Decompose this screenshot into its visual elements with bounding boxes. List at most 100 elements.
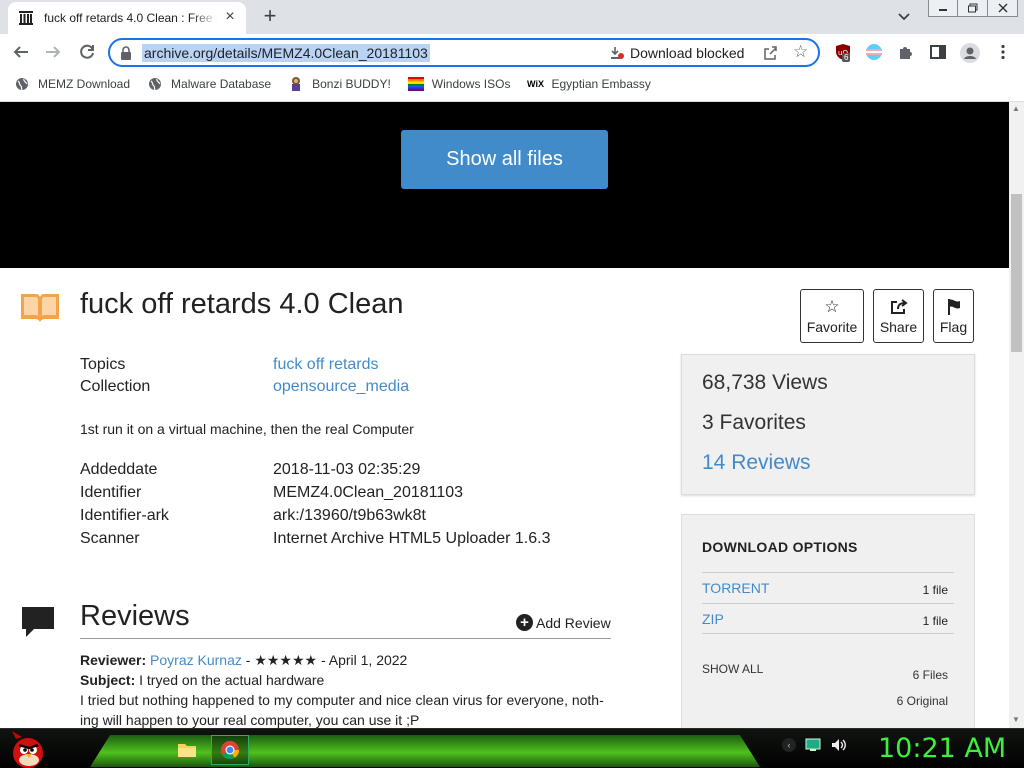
star-icon: ☆ <box>824 297 840 316</box>
metadata-value: 2018-11-03 02:35:29 <box>273 461 421 478</box>
network-icon[interactable] <box>804 737 822 753</box>
metadata-label: Identifier-ark <box>80 507 169 524</box>
download-file-count: 1 file <box>922 583 948 597</box>
share-button[interactable]: Share <box>873 289 924 343</box>
close-tab-icon[interactable]: × <box>222 9 238 26</box>
new-tab-button[interactable]: + <box>258 5 282 28</box>
bookmark-memz-download[interactable]: MEMZ Download <box>14 76 130 92</box>
reload-button[interactable] <box>75 40 99 64</box>
bookmark-label: MEMZ Download <box>38 77 131 91</box>
internet-archive-icon <box>19 11 33 25</box>
flag-button[interactable]: Flag <box>933 289 974 343</box>
back-button[interactable] <box>9 40 33 64</box>
reviews-divider <box>80 638 611 639</box>
show-all-link[interactable]: SHOW ALL <box>702 662 763 676</box>
review-header: Reviewer: Poyraz Kurnaz - ★★★★★ - April … <box>80 652 407 669</box>
item-preview-area: Show all files <box>0 102 1009 268</box>
restore-button[interactable] <box>958 0 988 17</box>
close-icon <box>998 3 1007 13</box>
download-torrent-link[interactable]: TORRENT <box>702 580 769 596</box>
share-label: Share <box>879 319 918 335</box>
forward-button[interactable] <box>41 40 65 64</box>
bookmark-bonzi-buddy[interactable]: Bonzi BUDDY! <box>288 76 391 92</box>
review-rating-date: - ★★★★★ - April 1, 2022 <box>241 652 408 668</box>
metadata-value: MEMZ4.0Clean_20181103 <box>273 484 464 501</box>
tab-search-icon[interactable] <box>894 8 914 26</box>
show-all-files-button[interactable]: Show all files <box>401 130 608 189</box>
bookmark-egyptian-embassy[interactable]: WiX Egyptian Embassy <box>527 76 651 92</box>
lock-icon[interactable] <box>120 46 132 60</box>
minimize-icon <box>939 9 947 11</box>
download-option-row: ZIP 1 file <box>702 603 954 634</box>
bonzi-icon <box>288 76 304 92</box>
subject-label: Subject: <box>80 672 136 688</box>
scrollbar-thumb[interactable] <box>1011 194 1022 352</box>
download-options-heading: DOWNLOAD OPTIONS <box>702 539 858 555</box>
bookmark-malware-database[interactable]: Malware Database <box>147 76 271 92</box>
download-blocked-icon[interactable] <box>610 46 624 60</box>
back-arrow-icon <box>13 46 28 58</box>
download-options-panel: DOWNLOAD OPTIONS TORRENT 1 file ZIP 1 fi… <box>681 514 975 728</box>
bookmarks-bar: MEMZ Download Malware Database Bonzi BUD… <box>0 70 1024 98</box>
bookmark-windows-isos[interactable]: Windows ISOs <box>407 76 510 92</box>
download-zip-link[interactable]: ZIP <box>702 611 724 627</box>
reviewer-name-link[interactable]: Poyraz Kurnaz <box>150 652 242 668</box>
original-files-count: 6 Original <box>896 694 948 708</box>
open-book-icon <box>21 294 59 322</box>
show-hidden-icons[interactable]: ‹ <box>782 738 796 752</box>
volume-icon[interactable] <box>830 737 848 753</box>
topics-label: Topics <box>80 356 126 373</box>
extensions-puzzle-icon[interactable] <box>897 43 915 61</box>
metadata-value: Internet Archive HTML5 Uploader 1.6.3 <box>273 530 551 547</box>
url-text[interactable]: archive.org/details/MEMZ4.0Clean_2018110… <box>142 44 430 62</box>
review-subject: Subject: I tryed on the actual hardware <box>80 672 324 688</box>
metadata-value: ark:/13960/t9b63wk8t <box>273 507 426 524</box>
flag-label: Flag <box>939 319 968 335</box>
avatar-icon <box>960 43 980 63</box>
window-controls <box>928 0 1018 18</box>
taskbar: ‹ 10:21 AM <box>0 728 1024 768</box>
bookmark-star-icon[interactable]: ☆ <box>793 43 811 61</box>
browser-tab-active[interactable]: fuck off retards 4.0 Clean : Free D × <box>8 2 246 34</box>
pride-flag-extension-icon[interactable] <box>865 43 883 61</box>
collection-link[interactable]: opensource_media <box>273 378 409 396</box>
download-file-count: 1 file <box>922 614 948 628</box>
metadata-label: Addeddate <box>80 461 158 478</box>
review-body-line: ing will happen to your real computer, y… <box>80 712 420 728</box>
bookmark-label: Egyptian Embassy <box>551 77 651 91</box>
taskbar-chrome[interactable] <box>211 735 249 765</box>
tab-strip: fuck off retards 4.0 Clean : Free D × + <box>0 0 1024 34</box>
metadata-label: Identifier <box>80 484 142 501</box>
minimize-button[interactable] <box>928 0 958 17</box>
share-icon <box>890 297 908 317</box>
more-vert-icon <box>1001 44 1005 60</box>
windows-flag-icon <box>407 76 424 92</box>
favorite-button[interactable]: ☆ Favorite <box>800 289 864 343</box>
taskbar-file-explorer[interactable] <box>168 735 206 765</box>
subject-text: I tryed on the actual hardware <box>135 672 325 688</box>
total-files-count: 6 Files <box>912 668 948 682</box>
add-review-button[interactable]: + Add Review <box>516 614 611 631</box>
folder-icon <box>178 744 196 757</box>
favorite-label: Favorite <box>806 319 858 335</box>
close-window-button[interactable] <box>988 0 1018 17</box>
plus-circle-icon: + <box>516 614 533 631</box>
download-option-row: TORRENT 1 file <box>702 572 954 603</box>
topics-link[interactable]: fuck off retards <box>273 356 379 374</box>
scroll-down-icon[interactable]: ▼ <box>1012 715 1020 724</box>
side-panel-button[interactable] <box>929 43 947 61</box>
bookmark-label: Bonzi BUDDY! <box>312 77 391 91</box>
start-button-angry-bird-icon[interactable] <box>8 729 48 768</box>
extension-badge: 6 <box>842 53 851 62</box>
download-blocked-label[interactable]: Download blocked <box>630 45 744 61</box>
reload-icon <box>80 44 94 59</box>
ublock-extension-icon[interactable]: uO 6 <box>834 43 852 62</box>
address-bar[interactable]: archive.org/details/MEMZ4.0Clean_2018110… <box>108 38 820 67</box>
page-scrollbar[interactable]: ▲ ▼ <box>1009 102 1024 728</box>
browser-menu-button[interactable] <box>994 43 1012 61</box>
share-icon[interactable] <box>762 45 778 61</box>
scroll-up-icon[interactable]: ▲ <box>1012 104 1020 113</box>
taskbar-clock[interactable]: 10:21 AM <box>878 733 1006 764</box>
reviews-count-link[interactable]: 14 Reviews <box>702 451 811 475</box>
profile-avatar[interactable] <box>960 43 980 63</box>
